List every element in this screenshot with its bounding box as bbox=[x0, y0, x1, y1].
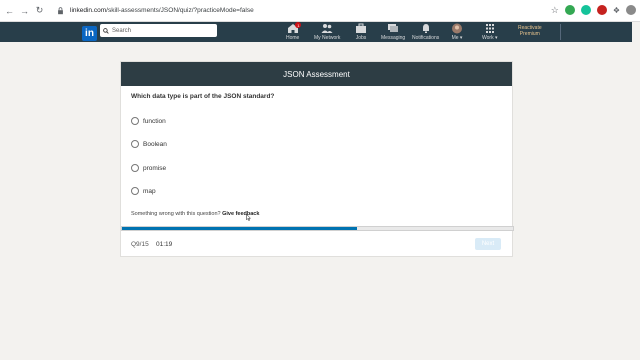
radio-button[interactable] bbox=[131, 164, 139, 172]
assessment-title: JSON Assessment bbox=[283, 69, 350, 79]
toolbar-right: ☆ ❖ bbox=[551, 5, 636, 15]
nav-me[interactable]: Me ▾ bbox=[451, 23, 463, 41]
timer: 01:19 bbox=[156, 241, 173, 248]
option-label: map bbox=[143, 187, 156, 195]
answer-option[interactable]: map bbox=[131, 187, 156, 195]
feedback-text: Something wrong with this question? bbox=[131, 211, 221, 217]
nav-home[interactable]: 1 Home bbox=[286, 22, 302, 41]
messaging-icon bbox=[388, 24, 399, 32]
answer-option[interactable]: function bbox=[131, 117, 166, 125]
radio-button[interactable] bbox=[131, 140, 139, 148]
search-input[interactable]: Search bbox=[100, 24, 217, 37]
reload-icon[interactable]: ↻ bbox=[34, 5, 45, 16]
answer-option[interactable]: promise bbox=[131, 164, 166, 172]
grid-icon bbox=[485, 24, 494, 33]
avatar bbox=[452, 23, 462, 34]
nav-jobs[interactable]: Jobs bbox=[355, 23, 367, 41]
answer-option[interactable]: Boolean bbox=[131, 140, 167, 148]
reactivate-premium-link[interactable]: Reactivate Premium bbox=[518, 25, 542, 37]
nav-label: Home bbox=[286, 35, 300, 41]
linkedin-navbar: in Search 1 Home My Network Jobs Messagi… bbox=[0, 22, 632, 42]
back-icon[interactable]: ← bbox=[4, 5, 15, 16]
nav-label: Notifications bbox=[412, 35, 440, 41]
notification-badge: 1 bbox=[295, 22, 302, 28]
forward-icon[interactable]: → bbox=[19, 5, 30, 16]
progress-fill bbox=[122, 227, 357, 230]
bell-icon bbox=[422, 24, 429, 33]
url-host: linkedin.com bbox=[70, 7, 107, 14]
nav-divider bbox=[560, 24, 561, 40]
extension-grammarly-icon[interactable] bbox=[580, 5, 591, 15]
mouse-cursor-icon bbox=[246, 214, 251, 221]
nav-label: Jobs bbox=[355, 35, 367, 41]
profile-avatar[interactable] bbox=[626, 5, 636, 15]
network-icon bbox=[321, 24, 333, 33]
linkedin-logo-icon[interactable]: in bbox=[82, 25, 97, 41]
search-placeholder: Search bbox=[112, 27, 132, 34]
address-bar[interactable]: linkedin.com/skill-assessments/JSON/quiz… bbox=[70, 7, 254, 14]
jobs-icon bbox=[356, 23, 366, 33]
lock-icon bbox=[58, 6, 63, 14]
feedback-row: Something wrong with this question? Give… bbox=[131, 211, 259, 217]
nav-messaging[interactable]: Messaging bbox=[381, 23, 405, 41]
star-icon[interactable]: ☆ bbox=[551, 5, 559, 15]
assessment-card: JSON Assessment Which data type is part … bbox=[120, 61, 514, 257]
extensions-puzzle-icon[interactable]: ❖ bbox=[613, 6, 620, 15]
nav-label: Work ▾ bbox=[482, 35, 498, 41]
nav-label: Me ▾ bbox=[451, 35, 463, 41]
extension-red-icon[interactable] bbox=[596, 5, 607, 15]
extension-green-icon[interactable] bbox=[564, 5, 575, 15]
url-path: /skill-assessments/JSON/quiz/?practiceMo… bbox=[106, 7, 254, 14]
option-label: function bbox=[143, 117, 166, 125]
next-button[interactable]: Next bbox=[475, 238, 501, 250]
search-icon bbox=[103, 27, 109, 34]
radio-button[interactable] bbox=[131, 117, 139, 125]
question-counter: Q9/15 bbox=[131, 241, 149, 248]
question-text: Which data type is part of the JSON stan… bbox=[131, 93, 275, 100]
nav-label: My Network bbox=[314, 35, 341, 41]
assessment-header: JSON Assessment bbox=[121, 62, 512, 86]
give-feedback-link[interactable]: Give feedback bbox=[222, 211, 259, 217]
premium-line2: Premium bbox=[519, 31, 540, 37]
nav-label: Messaging bbox=[381, 35, 406, 41]
radio-button[interactable] bbox=[131, 187, 139, 195]
option-label: Boolean bbox=[143, 140, 167, 148]
progress-bar bbox=[121, 226, 514, 231]
nav-notifications[interactable]: Notifications bbox=[412, 23, 439, 41]
browser-toolbar: ← → ↻ linkedin.com/skill-assessments/JSO… bbox=[0, 0, 640, 22]
nav-my-network[interactable]: My Network bbox=[314, 23, 340, 41]
option-label: promise bbox=[143, 164, 167, 172]
nav-work[interactable]: Work ▾ bbox=[482, 23, 497, 41]
